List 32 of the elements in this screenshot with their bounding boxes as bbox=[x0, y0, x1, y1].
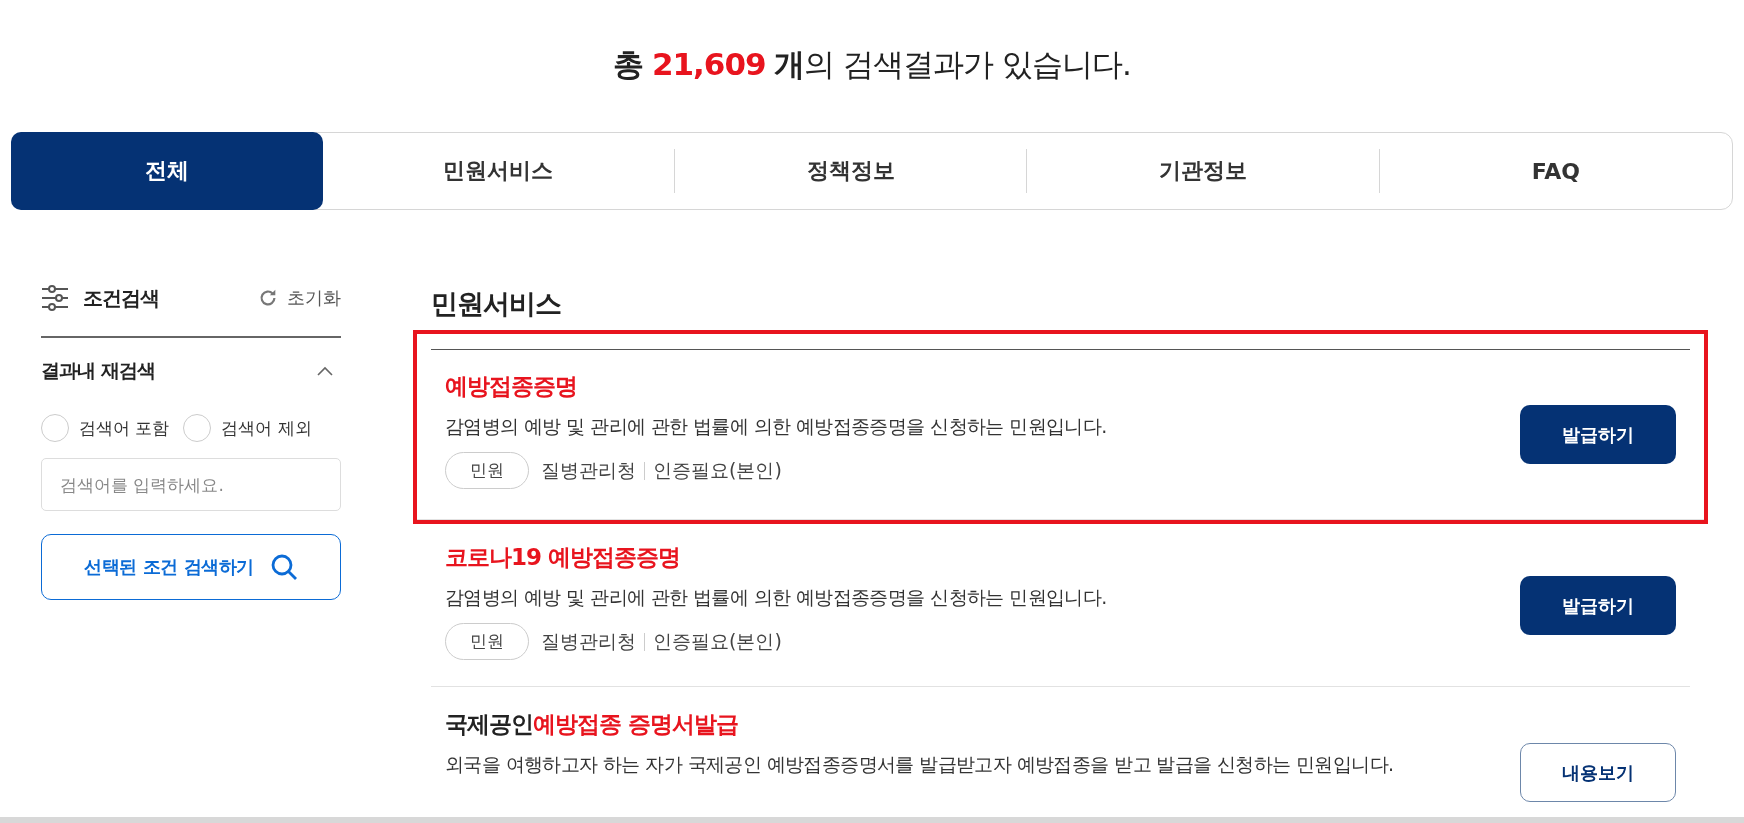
search-field[interactable]: 검색어를 입력하세요. bbox=[41, 458, 341, 511]
auth-note: 인증필요(본인) bbox=[653, 457, 782, 483]
view-button[interactable]: 내용보기 bbox=[1520, 743, 1676, 802]
issue-button[interactable]: 발급하기 bbox=[1520, 576, 1676, 635]
section-title: 결과내 재검색 bbox=[41, 358, 155, 383]
tab[interactable]: 민원서비스 bbox=[321, 132, 676, 210]
radio-option[interactable]: 검색어 제외 bbox=[183, 414, 312, 442]
agency-name: 질병관리청 bbox=[541, 457, 636, 483]
result-title[interactable]: 국제공인예방접종 증명서발급 bbox=[445, 709, 738, 740]
search-icon bbox=[269, 553, 298, 581]
auth-note: 인증필요(본인) bbox=[653, 628, 782, 654]
result-description: 감염병의 예방 및 관리에 관한 법률에 의한 예방접종증명을 신청하는 민원입니다. bbox=[445, 585, 1108, 610]
radio-label: 검색어 제외 bbox=[221, 416, 312, 440]
result-title[interactable]: 코로나19 예방접종증명 bbox=[445, 542, 680, 573]
reset-button[interactable]: 초기화 bbox=[257, 286, 341, 310]
issue-button[interactable]: 발급하기 bbox=[1520, 405, 1676, 464]
agency-name: 질병관리청 bbox=[541, 628, 636, 654]
filter-title: 조건검색 bbox=[83, 284, 160, 312]
result-description: 외국을 여행하고자 하는 자가 국제공인 예방접종증명서를 발급받고자 예방접종을 받고 발급을 신청하는 민원입니다. bbox=[445, 752, 1395, 777]
result-description: 감염병의 예방 및 관리에 관한 법률에 의한 예방접종증명을 신청하는 민원입니다. bbox=[445, 414, 1108, 439]
tab[interactable]: 정책정보 bbox=[673, 132, 1028, 210]
chevron-up-icon[interactable] bbox=[317, 366, 333, 376]
result-title[interactable]: 예방접종증명 bbox=[445, 371, 577, 402]
tab[interactable]: 기관정보 bbox=[1026, 132, 1381, 210]
section-heading: 민원서비스 bbox=[431, 287, 562, 321]
tab[interactable]: FAQ bbox=[1378, 132, 1733, 210]
result-count-heading: 총 21,609 개의 검색결과가 있습니다. bbox=[612, 45, 1132, 84]
tab[interactable]: 전체 bbox=[11, 132, 323, 210]
radio-option[interactable]: 검색어 포함 bbox=[41, 414, 170, 442]
filter-icon bbox=[41, 285, 69, 311]
search-button[interactable]: 선택된 조건 검색하기 bbox=[41, 534, 341, 600]
radio-label: 검색어 포함 bbox=[79, 416, 170, 440]
